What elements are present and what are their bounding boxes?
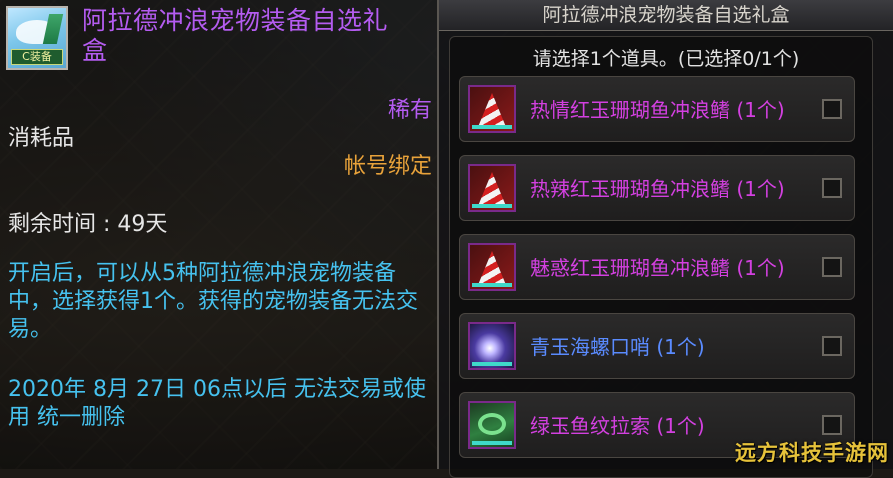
option-label: 热辣红玉珊瑚鱼冲浪鳍 (1个) <box>530 177 785 201</box>
item-category: 消耗品 <box>8 126 75 151</box>
item-binding: 帐号绑定 <box>343 154 432 179</box>
window-title[interactable]: 阿拉德冲浪宠物装备自选礼盒 <box>439 0 893 31</box>
option-item-3[interactable]: 魅惑红玉珊瑚鱼冲浪鳍 (1个) <box>459 234 855 300</box>
option-item-4[interactable]: 青玉海螺口哨 (1个) <box>459 313 855 379</box>
equipment-badge: C装备 <box>11 49 63 65</box>
item-rarity: 稀有 <box>387 98 432 123</box>
green-rope-icon <box>468 401 516 449</box>
option-checkbox[interactable] <box>822 415 842 435</box>
conch-whistle-icon <box>468 322 516 370</box>
surf-pole-icon <box>42 14 64 44</box>
red-surfboard-icon <box>468 243 516 291</box>
option-checkbox[interactable] <box>822 336 842 356</box>
red-surfboard-icon <box>468 164 516 212</box>
option-checkbox[interactable] <box>822 257 842 277</box>
option-item-1[interactable]: 热情红玉珊瑚鱼冲浪鳍 (1个) <box>459 76 855 142</box>
site-watermark: 远方科技手游网 <box>735 441 889 465</box>
selection-window: 阿拉德冲浪宠物装备自选礼盒 请选择1个道具。(已选择0/1个) 热情红玉珊瑚鱼冲… <box>437 0 893 478</box>
item-description: 开启后，可以从5种阿拉德冲浪宠物装备中，选择获得1个。获得的宠物装备无法交易。 <box>8 261 418 342</box>
option-item-2[interactable]: 热辣红玉珊瑚鱼冲浪鳍 (1个) <box>459 155 855 221</box>
item-name: 阿拉德冲浪宠物装备自选礼盒 <box>82 6 389 65</box>
option-label: 青玉海螺口哨 (1个) <box>530 335 705 359</box>
item-tooltip: C装备 阿拉德冲浪宠物装备自选礼盒 稀有 消耗品 帐号绑定 剩余时间 : 49天… <box>0 0 438 469</box>
option-checkbox[interactable] <box>822 99 842 119</box>
option-label: 热情红玉珊瑚鱼冲浪鳍 (1个) <box>530 98 785 122</box>
remaining-time: 剩余时间 : 49天 <box>8 212 168 237</box>
option-checkbox[interactable] <box>822 178 842 198</box>
option-label: 绿玉鱼纹拉索 (1个) <box>530 414 705 438</box>
selection-prompt: 请选择1个道具。(已选择0/1个) <box>532 48 800 70</box>
red-surfboard-icon <box>468 85 516 133</box>
gift-box-item-icon: C装备 <box>6 6 68 70</box>
expire-note: 2020年 8月 27日 06点以后 无法交易或使用 统一删除 <box>8 377 426 430</box>
option-label: 魅惑红玉珊瑚鱼冲浪鳍 (1个) <box>530 256 785 280</box>
